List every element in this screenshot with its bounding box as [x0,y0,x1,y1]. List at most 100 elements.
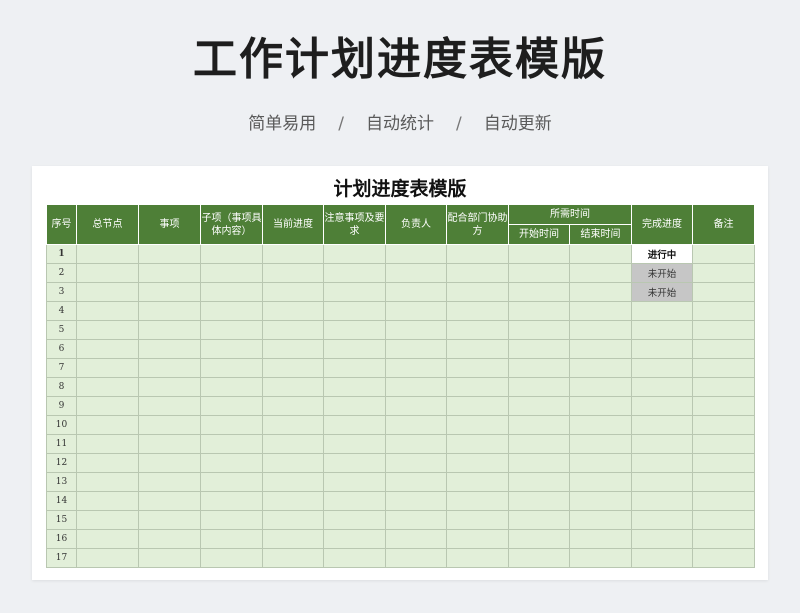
table-cell[interactable] [323,301,386,321]
cell-status[interactable]: 未开始 [631,263,693,283]
cell-seq[interactable]: 14 [46,491,77,511]
table-cell[interactable] [323,282,386,302]
table-cell[interactable] [262,434,324,454]
table-cell[interactable] [446,263,509,283]
table-cell[interactable] [200,263,263,283]
table-cell[interactable] [76,415,139,435]
table-cell[interactable] [323,472,386,492]
table-cell[interactable] [323,358,386,378]
table-cell[interactable] [138,529,201,549]
table-cell[interactable] [569,263,632,283]
cell-seq[interactable]: 13 [46,472,77,492]
table-cell[interactable] [76,244,139,264]
table-cell[interactable] [323,263,386,283]
cell-seq[interactable]: 12 [46,453,77,473]
table-cell[interactable] [138,320,201,340]
cell-seq[interactable]: 6 [46,339,77,359]
table-cell[interactable] [446,453,509,473]
table-cell[interactable] [692,396,755,416]
table-cell[interactable] [508,301,570,321]
table-cell[interactable] [323,510,386,530]
cell-seq[interactable]: 11 [46,434,77,454]
table-cell[interactable] [508,472,570,492]
table-cell[interactable] [76,263,139,283]
table-cell[interactable] [262,548,324,568]
table-cell[interactable] [76,358,139,378]
table-cell[interactable] [200,491,263,511]
table-cell[interactable] [692,339,755,359]
table-cell[interactable] [569,282,632,302]
table-cell[interactable] [200,282,263,302]
table-cell[interactable] [508,434,570,454]
cell-status[interactable] [631,320,693,340]
table-cell[interactable] [446,415,509,435]
cell-status[interactable] [631,415,693,435]
table-cell[interactable] [569,301,632,321]
table-cell[interactable] [385,472,447,492]
cell-status[interactable] [631,358,693,378]
table-cell[interactable] [200,472,263,492]
cell-status[interactable] [631,510,693,530]
table-cell[interactable] [692,415,755,435]
table-cell[interactable] [569,529,632,549]
table-cell[interactable] [262,510,324,530]
cell-status[interactable] [631,301,693,321]
table-cell[interactable] [508,529,570,549]
table-cell[interactable] [323,548,386,568]
table-cell[interactable] [385,377,447,397]
table-cell[interactable] [200,548,263,568]
table-cell[interactable] [446,282,509,302]
table-cell[interactable] [569,548,632,568]
cell-seq[interactable]: 5 [46,320,77,340]
table-cell[interactable] [76,377,139,397]
table-cell[interactable] [200,510,263,530]
cell-status[interactable] [631,377,693,397]
table-cell[interactable] [508,244,570,264]
table-cell[interactable] [385,358,447,378]
table-cell[interactable] [692,244,755,264]
cell-seq[interactable]: 16 [46,529,77,549]
table-cell[interactable] [76,453,139,473]
table-cell[interactable] [76,282,139,302]
table-cell[interactable] [446,434,509,454]
table-cell[interactable] [446,320,509,340]
table-cell[interactable] [508,491,570,511]
table-cell[interactable] [323,491,386,511]
cell-status[interactable]: 未开始 [631,282,693,302]
cell-status[interactable] [631,491,693,511]
table-cell[interactable] [262,453,324,473]
cell-status[interactable] [631,339,693,359]
cell-seq[interactable]: 2 [46,263,77,283]
table-cell[interactable] [200,244,263,264]
table-cell[interactable] [385,453,447,473]
table-cell[interactable] [446,472,509,492]
cell-seq[interactable]: 8 [46,377,77,397]
table-cell[interactable] [323,320,386,340]
table-cell[interactable] [200,529,263,549]
table-cell[interactable] [262,358,324,378]
table-cell[interactable] [262,282,324,302]
table-cell[interactable] [323,415,386,435]
table-cell[interactable] [692,282,755,302]
table-cell[interactable] [138,301,201,321]
table-cell[interactable] [385,263,447,283]
table-cell[interactable] [76,548,139,568]
table-cell[interactable] [76,320,139,340]
table-cell[interactable] [385,529,447,549]
table-cell[interactable] [323,377,386,397]
table-cell[interactable] [508,510,570,530]
table-cell[interactable] [138,472,201,492]
table-cell[interactable] [569,358,632,378]
table-cell[interactable] [262,339,324,359]
table-cell[interactable] [76,396,139,416]
table-cell[interactable] [446,396,509,416]
table-cell[interactable] [569,320,632,340]
table-cell[interactable] [262,244,324,264]
cell-status[interactable] [631,529,693,549]
table-cell[interactable] [508,358,570,378]
table-cell[interactable] [508,339,570,359]
table-cell[interactable] [446,510,509,530]
cell-status[interactable]: 进行中 [631,244,693,264]
table-cell[interactable] [569,339,632,359]
table-cell[interactable] [76,491,139,511]
